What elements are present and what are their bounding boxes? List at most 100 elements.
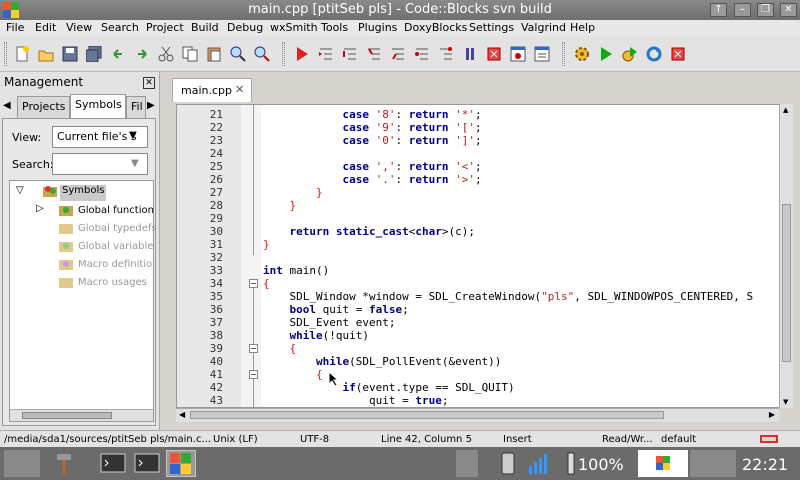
code-line[interactable]: case ',': return '<'; [263, 160, 481, 173]
tab-projects[interactable]: Projects [17, 96, 70, 118]
debug-info-icon[interactable] [534, 46, 550, 62]
tree-root-symbols[interactable]: Symbols [60, 185, 107, 201]
code-line[interactable]: SDL_Window *window = SDL_CreateWindow("p… [263, 290, 753, 303]
code-line[interactable]: } [263, 238, 270, 251]
scroll-down-icon[interactable]: ▼ [783, 398, 788, 406]
rebuild-icon[interactable] [646, 46, 662, 62]
open-folder-icon[interactable] [38, 46, 54, 62]
menu-file[interactable]: File [6, 21, 24, 34]
new-file-icon[interactable] [14, 46, 30, 62]
code-line[interactable]: case '8': return '*'; [263, 108, 481, 121]
code-line[interactable]: return static_cast<char>(c); [263, 225, 475, 238]
save-icon[interactable] [62, 46, 78, 62]
menu-edit[interactable]: Edit [35, 21, 56, 34]
run-icon[interactable] [598, 46, 614, 62]
undo-icon[interactable] [110, 46, 126, 62]
next-line-icon[interactable] [342, 46, 358, 62]
menu-wxsmith[interactable]: wxSmith [270, 21, 318, 34]
scroll-up-icon[interactable]: ▲ [783, 106, 788, 114]
tab-scroll-right-icon[interactable]: ▶ [147, 100, 155, 111]
toolbar-grip[interactable] [562, 42, 565, 66]
menu-debug[interactable]: Debug [227, 21, 263, 34]
menu-build[interactable]: Build [191, 21, 219, 34]
menu-search[interactable]: Search [101, 21, 139, 34]
tree-horizontal-scrollbar[interactable] [10, 409, 153, 421]
tree-item-macro-usages[interactable]: Macro usages [78, 277, 147, 293]
copy-icon[interactable] [182, 46, 198, 62]
close-icon[interactable]: ✕ [143, 77, 155, 89]
build-gear-icon[interactable] [574, 46, 590, 62]
scrollbar-thumb[interactable] [190, 411, 664, 419]
tree-item-macro-definitions[interactable]: Macro definitio [78, 259, 152, 275]
hammer-icon[interactable] [52, 450, 76, 477]
step-out-icon[interactable] [390, 46, 406, 62]
menu-help[interactable]: Help [570, 21, 595, 34]
paste-icon[interactable] [206, 46, 222, 62]
code-line[interactable]: } [263, 186, 323, 199]
menu-valgrind[interactable]: Valgrind [521, 21, 566, 34]
code-line[interactable]: while(SDL_PollEvent(&event)) [263, 355, 501, 368]
minimize-button[interactable]: – [734, 3, 751, 17]
menu-doxyblocks[interactable]: DoxyBlocks [404, 21, 467, 34]
chevron-down-icon[interactable]: ▼ [131, 158, 139, 169]
fold-toggle-icon[interactable]: − [249, 279, 258, 288]
step-into-icon[interactable] [366, 46, 382, 62]
find-icon[interactable] [230, 46, 246, 62]
save-all-icon[interactable] [86, 46, 102, 62]
tab-files[interactable]: Fil [126, 96, 146, 118]
code-line[interactable]: { [263, 368, 323, 381]
scrollbar-thumb[interactable] [22, 412, 112, 419]
tab-main-cpp[interactable]: main.cpp ✕ [172, 78, 252, 102]
run-to-cursor-icon[interactable] [318, 46, 334, 62]
build-and-run-icon[interactable] [622, 46, 638, 62]
toolbar-grip[interactable] [4, 42, 7, 66]
code-line[interactable]: while(!quit) [263, 329, 369, 342]
fold-toggle-icon[interactable]: − [249, 370, 258, 379]
tab-symbols[interactable]: Symbols [70, 94, 126, 118]
redo-icon[interactable] [134, 46, 150, 62]
abort-icon[interactable] [670, 46, 686, 62]
step-instruction-icon[interactable] [438, 46, 454, 62]
code-line[interactable]: { [263, 277, 270, 290]
code-line[interactable]: bool quit = false; [263, 303, 409, 316]
scroll-left-icon[interactable]: ◀ [179, 410, 185, 419]
next-instruction-icon[interactable] [414, 46, 430, 62]
tab-scroll-left-icon[interactable]: ◀ [3, 100, 11, 111]
menu-view[interactable]: View [66, 21, 92, 34]
maximize-button[interactable]: ❐ [757, 3, 774, 17]
code-line[interactable]: SDL_Event event; [263, 316, 395, 329]
debug-run-icon[interactable] [294, 46, 310, 62]
menu-project[interactable]: Project [146, 21, 184, 34]
menu-settings[interactable]: Settings [469, 21, 514, 34]
cut-icon[interactable] [158, 46, 174, 62]
scroll-right-icon[interactable]: ▶ [769, 410, 775, 419]
codeblocks-task-icon[interactable] [166, 450, 196, 477]
code-line[interactable]: case '.': return '>'; [263, 173, 481, 186]
terminal-icon[interactable] [134, 450, 160, 477]
editor-vertical-scrollbar[interactable]: ▲ ▼ [779, 104, 793, 408]
menu-tools[interactable]: Tools [321, 21, 348, 34]
code-line[interactable]: quit = true; [263, 394, 449, 407]
code-line[interactable]: case '0': return ']'; [263, 134, 481, 147]
code-line[interactable]: { [263, 342, 297, 355]
editor-horizontal-scrollbar[interactable]: ◀ ▶ [176, 408, 779, 422]
replace-icon[interactable] [254, 46, 270, 62]
tree-expander-icon[interactable]: ▽ [16, 185, 24, 201]
tree-item-global-variables[interactable]: Global variable [78, 241, 153, 257]
tree-item-global-functions[interactable]: Global function [78, 205, 154, 221]
debug-windows-icon[interactable] [510, 46, 526, 62]
terminal-icon[interactable] [100, 450, 126, 477]
code-editor[interactable]: case '8': return '*'; case '9': return '… [176, 104, 793, 408]
tree-item-global-typedefs[interactable]: Global typedefs [78, 223, 157, 239]
code-line[interactable]: } [263, 199, 297, 212]
code-line[interactable]: case '9': return '['; [263, 121, 481, 134]
code-line[interactable]: int main() [263, 264, 329, 277]
active-window-icon[interactable] [638, 450, 688, 477]
menu-plugins[interactable]: Plugins [358, 21, 397, 34]
fold-toggle-icon[interactable]: − [249, 344, 258, 353]
pause-icon[interactable] [462, 46, 478, 62]
toolbar-grip[interactable] [282, 42, 285, 66]
close-button[interactable]: ✕ [780, 3, 797, 17]
chevron-down-icon[interactable]: ▼ [129, 130, 137, 141]
tree-expander-icon[interactable]: ▷ [36, 203, 44, 219]
